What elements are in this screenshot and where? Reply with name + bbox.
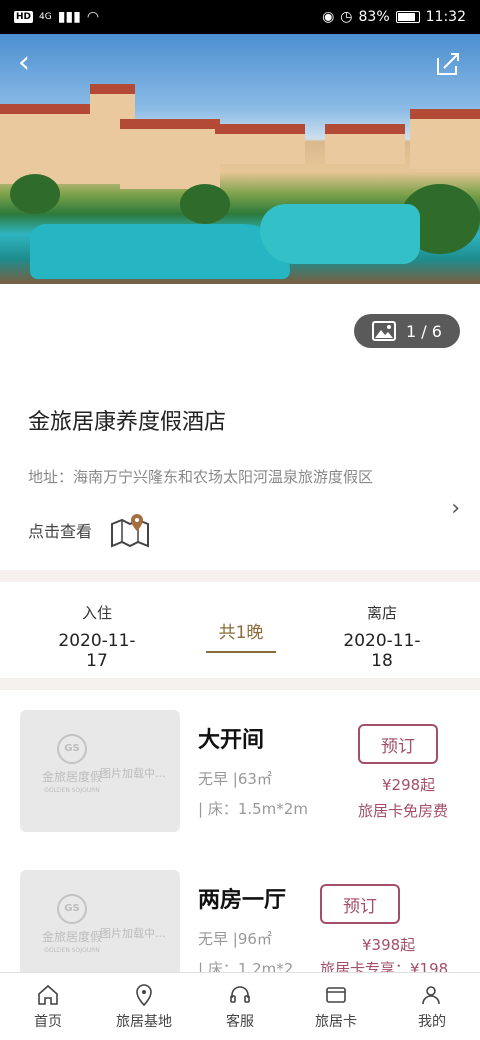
room-image[interactable]: GS 金旅居度假 GOLDEN SOJOURN 图片加载中... — [20, 870, 180, 972]
tab-card[interactable]: 旅居卡 — [288, 973, 384, 1040]
brand-logo: GS 金旅居度假 GOLDEN SOJOURN — [42, 894, 102, 954]
room-item[interactable]: GS 金旅居度假 GOLDEN SOJOURN 图片加载中... 大开间 无早 … — [0, 690, 480, 832]
tab-service[interactable]: 客服 — [192, 973, 288, 1040]
view-map-link[interactable]: 点击查看 — [28, 512, 150, 548]
hero-tree — [10, 174, 60, 214]
hotel-address: 地址：海南万宁兴隆东和农场太阳河温泉旅游度假区 — [28, 468, 374, 486]
battery-percent: 83% — [358, 9, 390, 25]
room-item[interactable]: GS 金旅居度假 GOLDEN SOJOURN 图片加载中... 两房一厅 无早… — [0, 850, 480, 972]
headset-icon — [230, 985, 250, 1003]
room-title: 两房一厅 — [198, 888, 287, 913]
back-icon[interactable]: ‹ — [18, 48, 30, 78]
brand-logo-mark: GS — [57, 894, 87, 924]
location-pin-icon — [136, 983, 152, 1006]
room-price: ¥298起 — [382, 776, 436, 794]
tab-service-label: 客服 — [226, 1013, 254, 1030]
share-icon[interactable] — [434, 50, 462, 78]
room-title: 大开间 — [198, 728, 265, 753]
hero-image[interactable]: ‹ — [0, 34, 480, 284]
clock: 11:32 — [425, 9, 466, 25]
image-loading-text: 图片加载中... — [100, 927, 166, 940]
hero-tree — [180, 184, 230, 224]
view-map-label: 点击查看 — [28, 522, 93, 541]
user-icon — [422, 985, 440, 1004]
room-breakfast-area: 无早 |63㎡ — [198, 770, 272, 788]
network-type: 4G — [39, 12, 52, 22]
hero-building — [0, 104, 100, 184]
brand-name-cn: 金旅居度假 — [42, 770, 103, 784]
bottom-tab-bar: 首页 旅居基地 客服 旅居卡 我的 — [0, 972, 480, 1040]
photo-counter-text: 1 / 6 — [406, 321, 442, 341]
nights-count: 共1晚 — [206, 618, 276, 653]
tab-mine[interactable]: 我的 — [384, 973, 480, 1040]
room-image[interactable]: GS 金旅居度假 GOLDEN SOJOURN 图片加载中... — [20, 710, 180, 832]
tab-mine-label: 我的 — [418, 1013, 446, 1030]
room-list: GS 金旅居度假 GOLDEN SOJOURN 图片加载中... 大开间 无早 … — [0, 690, 480, 972]
wifi-icon: ◠ — [86, 9, 100, 25]
checkin-date: 2020-11-17 — [58, 631, 136, 671]
hero-building — [325, 124, 405, 164]
room-price: ¥398起 — [362, 936, 416, 954]
hotel-name: 金旅居康养度假酒店 — [28, 410, 227, 435]
network-badge: HD — [14, 11, 34, 23]
home-icon — [38, 984, 58, 1005]
brand-logo-mark: GS — [57, 734, 87, 764]
tab-bases[interactable]: 旅居基地 — [96, 973, 192, 1040]
room-breakfast-area: 无早 |96㎡ — [198, 930, 272, 948]
battery-icon — [395, 11, 420, 23]
tab-home-label: 首页 — [34, 1013, 62, 1030]
brand-name-en: GOLDEN SOJOURN — [44, 787, 100, 794]
brand-name-en: GOLDEN SOJOURN — [44, 947, 100, 954]
chevron-right-icon[interactable]: › — [451, 496, 460, 521]
brand-logo: GS 金旅居度假 GOLDEN SOJOURN — [42, 734, 102, 794]
checkout-date: 2020-11-18 — [343, 631, 421, 671]
alarm-icon: ◷ — [340, 9, 353, 25]
checkin[interactable]: 入住 2020-11-17 — [52, 602, 142, 671]
map-icon — [111, 514, 150, 548]
room-perk: 旅居卡免房费 — [358, 802, 449, 820]
tab-bases-label: 旅居基地 — [116, 1013, 172, 1030]
tab-home[interactable]: 首页 — [0, 973, 96, 1040]
room-perk: 旅居卡专享：¥198 — [320, 960, 449, 972]
hero-building — [215, 124, 305, 164]
hotel-info-card: 1 / 6 金旅居康养度假酒店 地址：海南万宁兴隆东和农场太阳河温泉旅游度假区 … — [0, 284, 480, 570]
stay-dates[interactable]: 入住 2020-11-17 共1晚 离店 2020-11-18 — [0, 582, 480, 678]
tab-card-label: 旅居卡 — [315, 1013, 357, 1030]
image-loading-text: 图片加载中... — [100, 767, 166, 780]
book-button[interactable]: 预订 — [358, 724, 438, 764]
hero-building — [410, 109, 480, 169]
checkout-label: 离店 — [366, 604, 397, 622]
book-button[interactable]: 预订 — [320, 884, 400, 924]
status-bar: HD 4G ▮▮▮ ◠ ◉ ◷ 83% 11:32 — [0, 0, 480, 34]
checkout[interactable]: 离店 2020-11-18 — [336, 602, 428, 671]
hero-pool — [30, 224, 290, 279]
checkin-label: 入住 — [81, 604, 112, 622]
hero-pool — [260, 204, 420, 264]
signal-icon: ▮▮▮ — [57, 9, 81, 25]
eye-icon: ◉ — [322, 9, 335, 25]
hero-building — [120, 119, 220, 189]
room-bed: | 床：1.5m*2m — [198, 800, 308, 818]
room-bed: | 床：1.2m*2... — [198, 960, 308, 972]
vip-card-icon — [326, 986, 346, 1003]
photo-counter[interactable]: 1 / 6 — [354, 314, 460, 348]
image-icon — [372, 321, 397, 341]
brand-name-cn: 金旅居度假 — [42, 930, 103, 944]
